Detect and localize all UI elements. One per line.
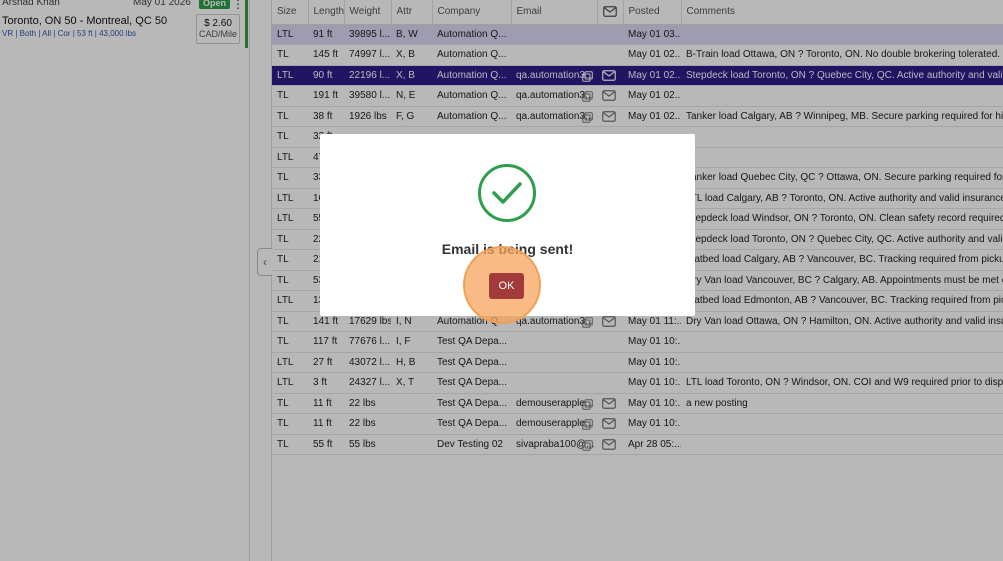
success-dialog: Email is being sent! OK	[320, 134, 695, 324]
success-check-icon	[478, 164, 536, 222]
ok-button[interactable]: OK	[489, 273, 524, 299]
modal-overlay: Email is being sent! OK	[0, 0, 1003, 561]
